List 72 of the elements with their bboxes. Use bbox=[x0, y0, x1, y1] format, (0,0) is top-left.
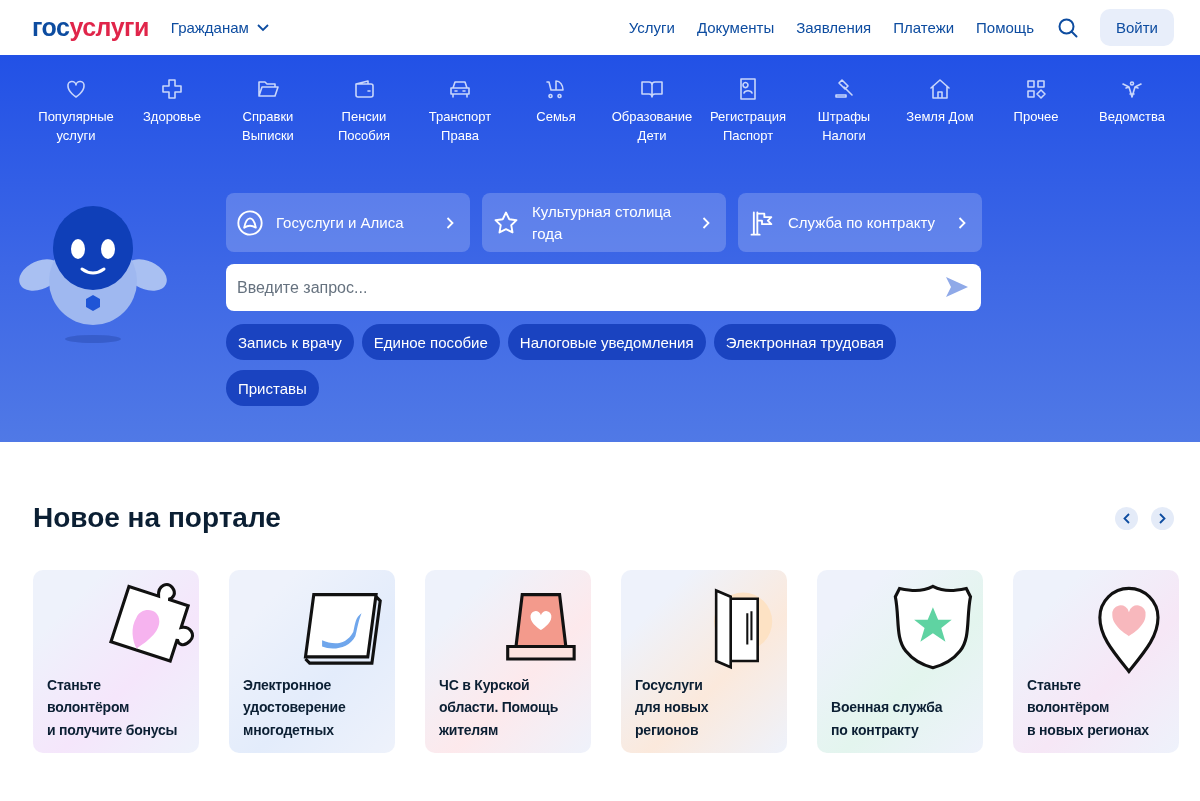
news-card-title: Госуслуги для новых регионов bbox=[635, 675, 710, 740]
nav-link[interactable]: Помощь bbox=[976, 19, 1034, 36]
site-logo[interactable]: госуслуги bbox=[32, 13, 149, 42]
chevron-right-icon bbox=[958, 216, 966, 229]
category-label: Регистрация Паспорт bbox=[710, 108, 786, 145]
category-label: Популярные услуги bbox=[38, 108, 114, 145]
nav-link[interactable]: Заявления bbox=[796, 19, 872, 36]
category-label: Ведомства bbox=[1099, 108, 1165, 126]
section-title: Новое на портале bbox=[33, 502, 282, 534]
category-link[interactable]: Транспорт Права bbox=[412, 77, 508, 145]
search-field[interactable]: Введите запрос... bbox=[226, 264, 981, 311]
carousel-prev-button[interactable] bbox=[1115, 506, 1138, 530]
category-link[interactable]: Популярные услуги bbox=[28, 77, 124, 145]
news-card-title: Станьте волонтёром и получите бонусы bbox=[47, 675, 179, 740]
chevron-right-icon bbox=[702, 216, 710, 229]
quick-query-chip[interactable]: Налоговые уведомления bbox=[507, 324, 706, 360]
chevron-down-icon bbox=[256, 23, 269, 32]
category-link[interactable]: Прочее bbox=[988, 77, 1084, 145]
news-card[interactable]: Станьте волонтёром и получите бонусы bbox=[33, 570, 199, 753]
chevron-right-icon bbox=[446, 216, 454, 229]
news-card[interactable]: Станьте волонтёром в новых регионах bbox=[1013, 570, 1179, 753]
ring-icon bbox=[236, 208, 264, 237]
category-link[interactable]: Семья bbox=[508, 77, 604, 145]
category-label: Семья bbox=[536, 108, 576, 126]
carousel-next-button[interactable] bbox=[1151, 506, 1174, 530]
nav-link[interactable]: Услуги bbox=[628, 19, 675, 36]
promo-label: Госуслуги и Алиса bbox=[276, 212, 405, 233]
category-link[interactable]: Здоровье bbox=[124, 77, 220, 145]
category-link[interactable]: Образование Дети bbox=[604, 77, 700, 145]
news-card-title: ЧС в Курской области. Помощь жителям bbox=[439, 675, 560, 740]
house-icon bbox=[928, 77, 952, 101]
category-label: Земля Дом bbox=[906, 108, 974, 126]
promo-label: Служба по контракту bbox=[788, 212, 937, 233]
nav-link[interactable]: Платежи bbox=[893, 19, 955, 36]
category-label: Штрафы Налоги bbox=[817, 108, 871, 145]
nav-link[interactable]: Документы bbox=[696, 19, 775, 36]
news-card-title: Военная служба по контракту bbox=[831, 698, 944, 740]
promo-link[interactable]: Служба по контракту bbox=[738, 193, 982, 252]
category-link[interactable]: Пенсии Пособия bbox=[316, 77, 412, 145]
category-link[interactable]: Земля Дом bbox=[892, 77, 988, 145]
quick-query-chip[interactable]: Запись к врачу bbox=[226, 324, 354, 360]
search-icon[interactable] bbox=[1058, 17, 1078, 38]
category-label: Пенсии Пособия bbox=[337, 108, 391, 145]
quick-query-chip[interactable]: Приставы bbox=[226, 370, 319, 406]
news-card[interactable]: Военная служба по контракту bbox=[817, 570, 983, 753]
promo-link[interactable]: Госуслуги и Алиса bbox=[226, 193, 470, 252]
category-label: Прочее bbox=[1013, 108, 1059, 126]
news-card-title: Электронное удостоверение многодетных bbox=[243, 675, 347, 740]
category-label: Транспорт Права bbox=[428, 108, 492, 145]
news-card[interactable]: Госуслуги для новых регионов bbox=[621, 570, 787, 753]
promo-label: Культурная столица года bbox=[532, 201, 673, 244]
audience-dropdown[interactable]: Гражданам bbox=[170, 19, 269, 36]
medical-cross-icon bbox=[160, 77, 184, 101]
category-link[interactable]: Регистрация Паспорт bbox=[700, 77, 796, 145]
category-label: Справки Выписки bbox=[242, 108, 294, 145]
gavel-icon bbox=[832, 77, 856, 101]
category-link[interactable]: Ведомства bbox=[1084, 77, 1180, 145]
category-label: Здоровье bbox=[142, 108, 201, 126]
grid-icon bbox=[1024, 77, 1048, 101]
chevron-right-icon bbox=[1159, 512, 1166, 524]
chevron-left-icon bbox=[1123, 512, 1130, 524]
news-card[interactable]: Электронное удостоверение многодетных bbox=[229, 570, 395, 753]
quick-query-chip[interactable]: Электронная трудовая bbox=[713, 324, 896, 360]
news-card[interactable]: ЧС в Курской области. Помощь жителям bbox=[425, 570, 591, 753]
wallet-icon bbox=[352, 77, 376, 101]
promo-link[interactable]: Культурная столица года bbox=[482, 193, 726, 252]
quick-query-chip[interactable]: Единое пособие bbox=[361, 324, 500, 360]
login-button[interactable]: Войти bbox=[1100, 9, 1174, 46]
category-label: Образование Дети bbox=[611, 108, 693, 145]
category-link[interactable]: Справки Выписки bbox=[220, 77, 316, 145]
news-card-title: Станьте волонтёром в новых регионах bbox=[1027, 675, 1150, 740]
category-link[interactable]: Штрафы Налоги bbox=[796, 77, 892, 145]
